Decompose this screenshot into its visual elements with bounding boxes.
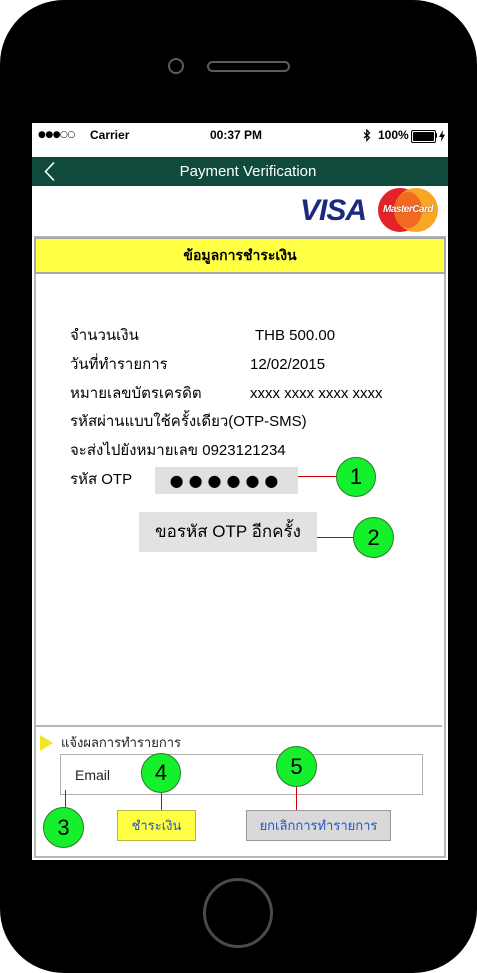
front-camera <box>168 58 184 74</box>
transaction-date-label: วันที่ทำรายการ <box>70 356 168 373</box>
otp-input[interactable]: ●●●●●● <box>155 467 298 494</box>
amount-label: จำนวนเงิน <box>70 327 139 344</box>
transaction-date-value: 12/02/2015 <box>250 356 326 373</box>
battery-percentage: 100% <box>378 128 409 142</box>
connector-line-5 <box>296 787 297 810</box>
connector-line-1 <box>298 476 338 477</box>
card-number-value: xxxx xxxx xxxx xxxx <box>250 385 383 402</box>
battery-icon <box>411 130 436 143</box>
home-button[interactable] <box>203 878 273 948</box>
chevron-left-icon[interactable] <box>43 161 57 182</box>
annotation-marker-1: 1 <box>336 457 376 497</box>
bluetooth-icon <box>363 128 371 143</box>
signal-strength: ●●●○○ <box>38 130 75 140</box>
notification-label: แจ้งผลการทำรายการ <box>61 735 182 750</box>
annotation-marker-3: 3 <box>43 807 84 848</box>
nav-bar: Payment Verification <box>32 157 448 186</box>
carrier-name: Carrier <box>90 128 130 142</box>
phone-screen: ●●●○○ Carrier 00:37 PM 100% Payment Veri… <box>32 123 448 860</box>
connector-line-2 <box>317 537 355 538</box>
triangle-right-icon <box>40 735 53 751</box>
annotation-marker-4: 4 <box>141 753 181 793</box>
visa-logo: VISA <box>300 194 367 227</box>
connector-line-4 <box>161 792 162 810</box>
annotation-marker-2: 2 <box>353 517 394 558</box>
email-input[interactable] <box>60 754 423 795</box>
phone-frame: ●●●○○ Carrier 00:37 PM 100% Payment Veri… <box>0 0 477 973</box>
payment-info-header: ข้อมูลการชำระเงิน <box>34 237 446 274</box>
mastercard-logo: MasterCard <box>378 188 438 232</box>
card-number-label: หมายเลขบัตรเครดิต <box>70 385 202 402</box>
mastercard-wordmark: MasterCard <box>382 204 434 215</box>
charging-bolt-icon <box>439 129 445 142</box>
amount-value: THB 500.00 <box>255 327 336 344</box>
otp-label: รหัส OTP <box>70 471 133 488</box>
otp-notice-line-1: รหัสผ่านแบบใช้ครั้งเดียว(OTP-SMS) <box>70 413 307 430</box>
otp-notice-line-2: จะส่งไปยังหมายเลข 0923121234 <box>70 442 286 459</box>
page-title: Payment Verification <box>179 163 317 180</box>
annotation-marker-5: 5 <box>276 746 317 787</box>
status-clock: 00:37 PM <box>210 128 263 142</box>
earpiece-speaker <box>207 61 290 72</box>
resend-otp-button[interactable]: ขอรหัส OTP อีกครั้ง <box>139 512 317 552</box>
status-bar: ●●●○○ Carrier 00:37 PM 100% <box>32 123 448 147</box>
otp-masked-value: ●●●●●● <box>169 471 284 490</box>
battery-terminal <box>435 133 437 138</box>
pay-button[interactable]: ชำระเงิน <box>117 810 196 841</box>
cancel-transaction-button[interactable]: ยกเลิกการทำรายการ <box>246 810 391 841</box>
